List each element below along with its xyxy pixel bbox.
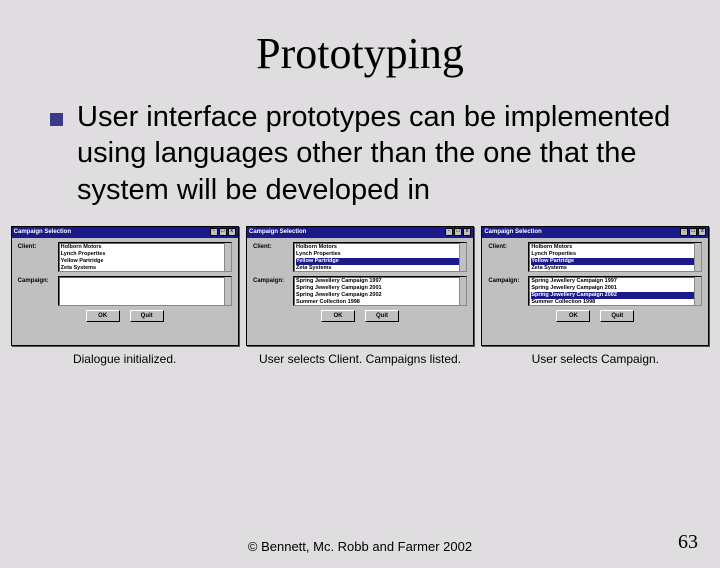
window-3: Campaign Selection - □ x Client: Holborn… xyxy=(481,226,709,346)
close-icon[interactable]: x xyxy=(698,228,706,236)
campaign-listbox[interactable] xyxy=(58,276,232,306)
ok-button[interactable]: OK xyxy=(321,310,355,322)
panels-row: Campaign Selection - □ x Client: Holborn… xyxy=(10,226,710,366)
client-label: Client: xyxy=(253,242,293,250)
list-item[interactable]: Holborn Motors xyxy=(531,244,699,251)
list-item[interactable]: Spring Jewellery Campaign 1997 xyxy=(296,278,464,285)
panel-caption: User selects Campaign. xyxy=(481,352,710,366)
campaign-listbox[interactable]: Spring Jewellery Campaign 1997 Spring Je… xyxy=(528,276,702,306)
ok-button[interactable]: OK xyxy=(86,310,120,322)
close-icon[interactable]: x xyxy=(228,228,236,236)
list-item[interactable]: Zeta Systems xyxy=(61,265,229,272)
bullet-square-icon xyxy=(50,113,63,126)
body-text: User interface prototypes can be impleme… xyxy=(77,99,680,208)
maximize-icon[interactable]: □ xyxy=(219,228,227,236)
page-number: 63 xyxy=(678,531,698,554)
panel-3: Campaign Selection - □ x Client: Holborn… xyxy=(481,226,710,366)
scrollbar[interactable] xyxy=(459,243,466,271)
titlebar: Campaign Selection - □ x xyxy=(12,227,238,238)
list-item[interactable]: Holborn Motors xyxy=(61,244,229,251)
panel-1: Campaign Selection - □ x Client: Holborn… xyxy=(10,226,239,366)
list-item[interactable]: Yellow Partridge xyxy=(531,258,699,265)
list-item[interactable]: Holborn Motors xyxy=(296,244,464,251)
minimize-icon[interactable]: - xyxy=(210,228,218,236)
list-item[interactable]: Lynch Properties xyxy=(296,251,464,258)
footer-copyright: © Bennett, Mc. Robb and Farmer 2002 xyxy=(0,539,720,554)
campaign-label: Campaign: xyxy=(253,276,293,284)
list-item[interactable]: Summer Collection 1998 xyxy=(296,299,464,306)
titlebar-title: Campaign Selection xyxy=(14,229,71,235)
client-listbox[interactable]: Holborn Motors Lynch Properties Yellow P… xyxy=(58,242,232,272)
scrollbar[interactable] xyxy=(694,277,701,305)
panel-caption: Dialogue initialized. xyxy=(10,352,239,366)
campaign-listbox[interactable]: Spring Jewellery Campaign 1997 Spring Je… xyxy=(293,276,467,306)
quit-button[interactable]: Quit xyxy=(130,310,164,322)
scrollbar[interactable] xyxy=(224,277,231,305)
minimize-icon[interactable]: - xyxy=(445,228,453,236)
client-listbox[interactable]: Holborn Motors Lynch Properties Yellow P… xyxy=(293,242,467,272)
client-listbox[interactable]: Holborn Motors Lynch Properties Yellow P… xyxy=(528,242,702,272)
list-item[interactable]: Spring Jewellery Campaign 2002 xyxy=(531,292,699,299)
list-item[interactable]: Spring Jewellery Campaign 2002 xyxy=(296,292,464,299)
minimize-icon[interactable]: - xyxy=(680,228,688,236)
maximize-icon[interactable]: □ xyxy=(454,228,462,236)
body-area: User interface prototypes can be impleme… xyxy=(50,99,680,208)
list-item[interactable]: Yellow Partridge xyxy=(61,258,229,265)
quit-button[interactable]: Quit xyxy=(365,310,399,322)
quit-button[interactable]: Quit xyxy=(600,310,634,322)
titlebar: Campaign Selection - □ x xyxy=(482,227,708,238)
panel-2: Campaign Selection - □ x Client: Holborn… xyxy=(245,226,474,366)
slide-title: Prototyping xyxy=(0,28,720,79)
list-item[interactable]: Lynch Properties xyxy=(61,251,229,258)
campaign-label: Campaign: xyxy=(18,276,58,284)
campaign-label: Campaign: xyxy=(488,276,528,284)
list-item[interactable]: Spring Jewellery Campaign 2001 xyxy=(531,285,699,292)
list-item[interactable]: Zeta Systems xyxy=(296,265,464,272)
titlebar-title: Campaign Selection xyxy=(484,229,541,235)
scrollbar[interactable] xyxy=(224,243,231,271)
titlebar: Campaign Selection - □ x xyxy=(247,227,473,238)
titlebar-title: Campaign Selection xyxy=(249,229,306,235)
list-item[interactable]: Spring Jewellery Campaign 2001 xyxy=(296,285,464,292)
ok-button[interactable]: OK xyxy=(556,310,590,322)
client-label: Client: xyxy=(488,242,528,250)
maximize-icon[interactable]: □ xyxy=(689,228,697,236)
window-1: Campaign Selection - □ x Client: Holborn… xyxy=(11,226,239,346)
scrollbar[interactable] xyxy=(459,277,466,305)
list-item[interactable]: Zeta Systems xyxy=(531,265,699,272)
list-item[interactable]: Yellow Partridge xyxy=(296,258,464,265)
window-2: Campaign Selection - □ x Client: Holborn… xyxy=(246,226,474,346)
client-label: Client: xyxy=(18,242,58,250)
list-item[interactable]: Spring Jewellery Campaign 1997 xyxy=(531,278,699,285)
panel-caption: User selects Client. Campaigns listed. xyxy=(245,352,474,366)
list-item[interactable]: Summer Collection 1998 xyxy=(531,299,699,306)
close-icon[interactable]: x xyxy=(463,228,471,236)
list-item[interactable]: Lynch Properties xyxy=(531,251,699,258)
scrollbar[interactable] xyxy=(694,243,701,271)
